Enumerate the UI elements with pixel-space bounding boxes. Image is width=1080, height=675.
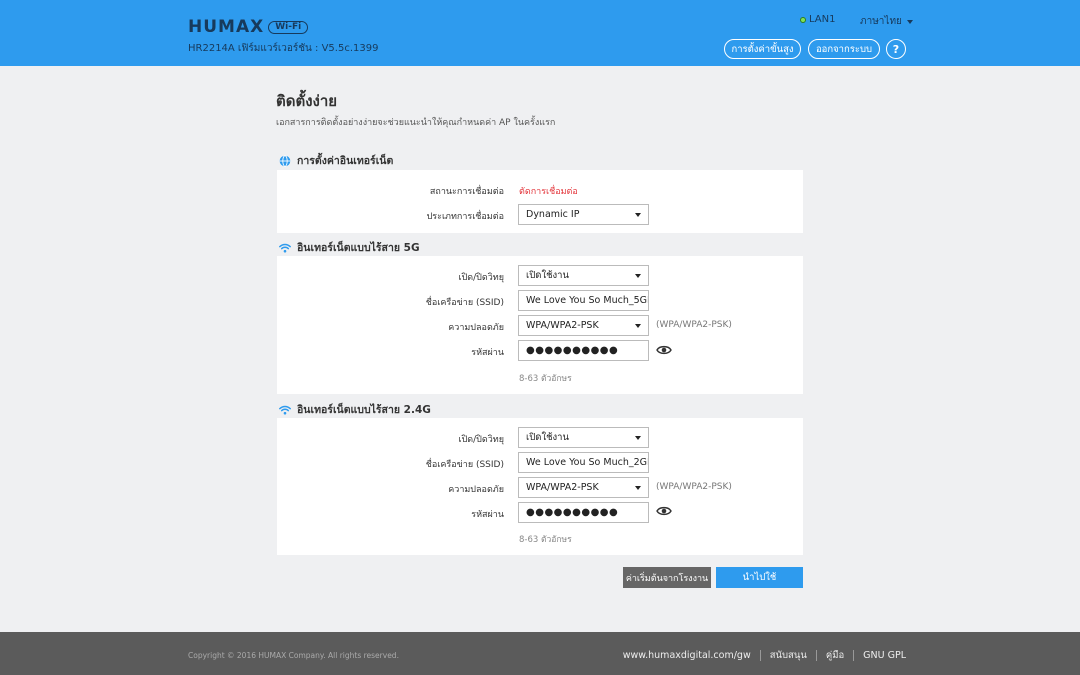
- chevron-down-icon: [635, 486, 641, 490]
- wifi5g-security-hint: (WPA/WPA2-PSK): [656, 320, 732, 330]
- language-label: ภาษาไทย: [860, 16, 902, 27]
- wifi-badge: Wi-Fi: [268, 20, 309, 34]
- chevron-down-icon: [906, 19, 913, 24]
- internet-section-title: การตั้งค่าอินเทอร์เน็ต: [297, 155, 394, 167]
- wifi24g-security-select[interactable]: WPA/WPA2-PSK: [518, 477, 649, 498]
- footer-separator: [759, 650, 761, 661]
- wifi24g-radio-label: เปิด/ปิดวิทยุ: [458, 435, 504, 445]
- wifi5g-radio-select[interactable]: เปิดใช้งาน: [518, 265, 649, 286]
- factory-reset-button[interactable]: ค่าเริ่มต้นจากโรงงาน: [623, 567, 711, 588]
- logo-text: HUMAX: [188, 17, 265, 37]
- wifi24g-ssid-label: ชื่อเครือข่าย (SSID): [425, 460, 504, 470]
- chevron-down-icon: [635, 436, 641, 440]
- globe-icon: [279, 154, 291, 167]
- wifi5g-section-title: อินเทอร์เน็ตแบบไร้สาย 5G: [297, 242, 420, 254]
- wifi5g-ssid-label: ชื่อเครือข่าย (SSID): [425, 298, 504, 308]
- wifi5g-security-label: ความปลอดภัย: [448, 323, 504, 333]
- lan-status-dot-icon: [800, 16, 806, 23]
- help-button[interactable]: ?: [886, 39, 906, 59]
- wifi5g-ssid-value: We Love You So Much_5GH: [526, 295, 649, 306]
- wifi5g-ssid-input[interactable]: We Love You So Much_5GH: [518, 290, 649, 311]
- page-subtitle: เอกสารการติดตั้งอย่างง่ายจะช่วยแนะนำให้ค…: [276, 118, 556, 128]
- eye-icon[interactable]: [656, 505, 672, 517]
- wifi5g-security-select[interactable]: WPA/WPA2-PSK: [518, 315, 649, 336]
- wifi24g-section-title: อินเทอร์เน็ตแบบไร้สาย 2.4G: [297, 404, 431, 416]
- wifi24g-password-note: 8-63 ตัวอักษร: [519, 535, 572, 545]
- wifi24g-password-value: ●●●●●●●●●●: [526, 507, 619, 518]
- wifi24g-security-value: WPA/WPA2-PSK: [526, 482, 599, 493]
- wifi24g-security-hint: (WPA/WPA2-PSK): [656, 482, 732, 492]
- wifi24g-ssid-input[interactable]: We Love You So Much_2GH: [518, 452, 649, 473]
- eye-icon[interactable]: [656, 344, 672, 356]
- footer-link-gpl[interactable]: GNU GPL: [863, 650, 906, 661]
- footer-link-support[interactable]: สนับสนุน: [770, 648, 807, 663]
- language-select[interactable]: ภาษาไทย: [860, 14, 913, 29]
- wifi5g-radio-value: เปิดใช้งาน: [526, 270, 570, 281]
- wifi24g-radio-select[interactable]: เปิดใช้งาน: [518, 427, 649, 448]
- footer-link-manual[interactable]: คู่มือ: [826, 648, 844, 663]
- firmware-version: HR2214A เฟิร์มแวร์เวอร์ชัน : V5.5c.1399: [188, 43, 379, 54]
- lan-status-label: LAN1: [809, 14, 836, 25]
- wifi24g-password-input[interactable]: ●●●●●●●●●●: [518, 502, 649, 523]
- wifi5g-radio-label: เปิด/ปิดวิทยุ: [458, 273, 504, 283]
- wifi24g-password-label: รหัสผ่าน: [471, 510, 504, 520]
- wifi5g-password-value: ●●●●●●●●●●: [526, 345, 619, 356]
- wifi-icon: [279, 405, 291, 414]
- wifi24g-security-label: ความปลอดภัย: [448, 485, 504, 495]
- footer-links: www.humaxdigital.com/gw สนับสนุน คู่มือ …: [623, 648, 906, 663]
- wifi5g-password-label: รหัสผ่าน: [471, 348, 504, 358]
- connection-status-label: สถานะการเชื่อมต่อ: [429, 187, 504, 197]
- footer-separator: [853, 650, 855, 661]
- wifi5g-section-heading: อินเทอร์เน็ตแบบไร้สาย 5G: [279, 239, 420, 256]
- connection-status-value: ตัดการเชื่อมต่อ: [519, 187, 578, 197]
- wifi5g-security-value: WPA/WPA2-PSK: [526, 320, 599, 331]
- page-title: ติดตั้งง่าย: [276, 92, 338, 110]
- wifi5g-password-input[interactable]: ●●●●●●●●●●: [518, 340, 649, 361]
- copyright-text: Copyright © 2016 HUMAX Company. All righ…: [188, 651, 399, 660]
- chevron-down-icon: [635, 213, 641, 217]
- connection-type-label: ประเภทการเชื่อมต่อ: [426, 212, 504, 222]
- top-header: HUMAX Wi-Fi HR2214A เฟิร์มแวร์เวอร์ชัน :…: [0, 0, 1080, 66]
- logout-button[interactable]: ออกจากระบบ: [808, 39, 880, 59]
- humax-logo[interactable]: HUMAX Wi-Fi: [188, 17, 309, 37]
- connection-type-select[interactable]: Dynamic IP: [518, 204, 649, 225]
- footer-separator: [815, 650, 817, 661]
- wifi-icon: [279, 243, 291, 252]
- apply-button[interactable]: นำไปใช้: [716, 567, 803, 588]
- wifi24g-ssid-value: We Love You So Much_2GH: [526, 457, 649, 468]
- wifi24g-section-heading: อินเทอร์เน็ตแบบไร้สาย 2.4G: [279, 401, 431, 418]
- chevron-down-icon: [635, 324, 641, 328]
- wifi5g-password-note: 8-63 ตัวอักษร: [519, 374, 572, 384]
- lan-status: LAN1: [800, 14, 835, 25]
- footer-link-website[interactable]: www.humaxdigital.com/gw: [623, 650, 751, 661]
- chevron-down-icon: [635, 274, 641, 278]
- connection-type-value: Dynamic IP: [526, 209, 580, 220]
- footer: Copyright © 2016 HUMAX Company. All righ…: [0, 632, 1080, 675]
- wifi24g-radio-value: เปิดใช้งาน: [526, 432, 570, 443]
- advanced-settings-button[interactable]: การตั้งค่าขั้นสูง: [724, 39, 801, 59]
- internet-section-heading: การตั้งค่าอินเทอร์เน็ต: [279, 152, 393, 169]
